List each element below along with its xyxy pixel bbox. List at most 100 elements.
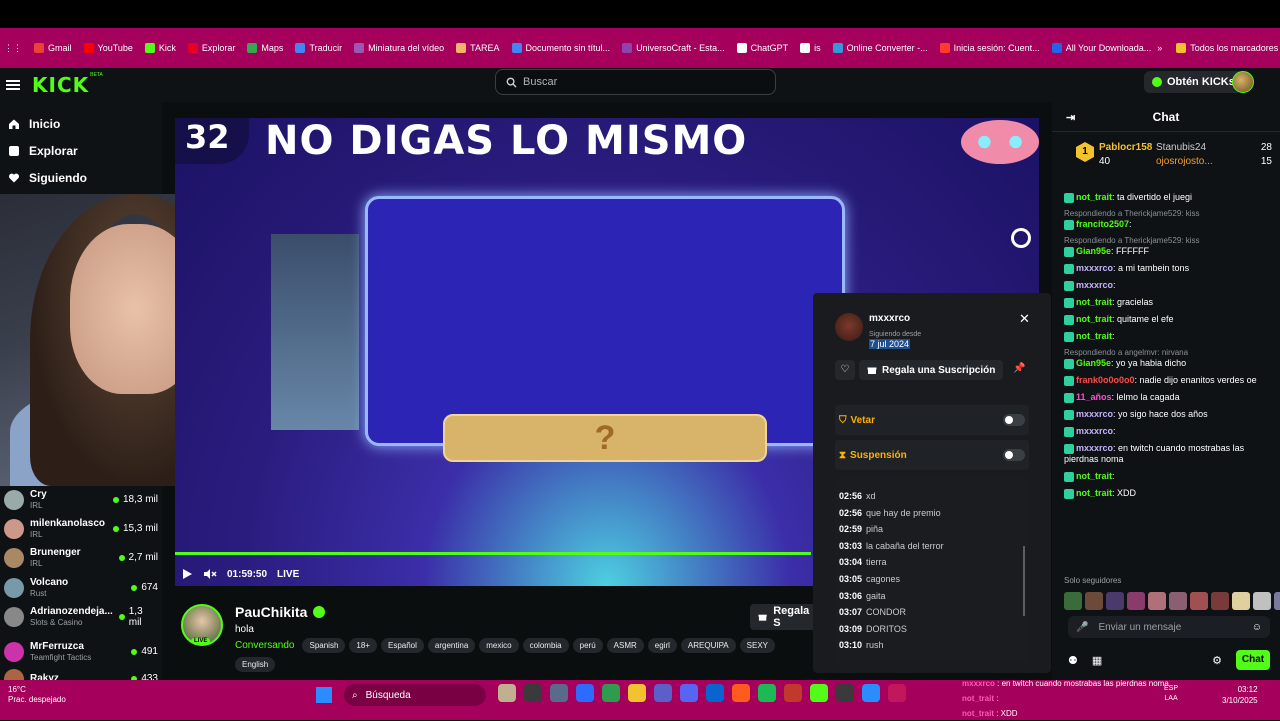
chat-username[interactable]: not_trait — [1076, 331, 1112, 341]
bookmark-item[interactable]: Kick — [139, 43, 182, 53]
category-link[interactable]: Conversando — [235, 640, 294, 651]
stream-tag[interactable]: SEXY — [739, 638, 775, 653]
taskbar-app-icon[interactable] — [524, 684, 542, 702]
stream-tag[interactable]: Spanish — [302, 638, 346, 653]
search-input[interactable]: Buscar — [495, 69, 776, 95]
chat-username[interactable]: frank0o0o0o0 — [1076, 375, 1135, 385]
nav-explore[interactable]: Explorar — [0, 137, 162, 164]
stream-tag[interactable]: perú — [572, 638, 603, 653]
taskbar-app-icon[interactable] — [680, 684, 698, 702]
emote-icon[interactable] — [1148, 592, 1166, 610]
bookmark-item[interactable]: UniversoCraft - Esta... — [616, 43, 731, 53]
bookmark-item[interactable]: is — [794, 43, 827, 53]
bookmark-item[interactable]: Gmail — [28, 43, 78, 53]
windows-start-icon[interactable] — [316, 687, 332, 703]
language-indicator[interactable]: ESP LAA — [1164, 684, 1178, 704]
leader-name[interactable]: Pablocr158 — [1099, 142, 1152, 153]
taskbar-app-icon[interactable] — [810, 684, 828, 702]
video-progress-bar[interactable] — [175, 552, 812, 555]
ban-toggle[interactable] — [1003, 414, 1025, 426]
chat-username[interactable]: Gian95e — [1076, 358, 1111, 368]
stream-tag[interactable]: English — [235, 657, 276, 672]
followed-channel[interactable]: MrFerruzca Teamfight Tactics 491 — [0, 637, 162, 666]
collapse-chat-icon[interactable]: ⇥ — [1066, 111, 1075, 124]
bookmark-item[interactable]: Miniatura del vídeo — [348, 43, 450, 53]
calendar-icon[interactable]: ▦ — [1092, 654, 1102, 667]
chat-username[interactable]: mxxxrco — [1076, 426, 1113, 436]
follow-heart-icon[interactable]: ♡ — [835, 360, 855, 380]
followed-channel[interactable]: Brunenger IRL 2,7 mil — [0, 543, 162, 572]
gift-sub-button[interactable]: Regala S — [750, 604, 816, 630]
send-chat-button[interactable]: Chat — [1236, 650, 1270, 670]
reply-context[interactable]: Respondiendo a angelmvr: nirvana — [1064, 348, 1272, 357]
taskbar-app-icon[interactable] — [654, 684, 672, 702]
live-indicator[interactable]: LIVE — [277, 569, 299, 580]
stream-tag[interactable]: 18+ — [349, 638, 377, 653]
bookmark-item[interactable]: Online Converter -... — [827, 43, 934, 53]
taskbar-app-icon[interactable] — [602, 684, 620, 702]
bookmark-item[interactable]: Maps — [241, 43, 289, 53]
get-kicks-button[interactable]: Obtén KICKs — [1144, 71, 1243, 93]
gear-icon[interactable]: ⚙ — [1212, 654, 1222, 667]
taskbar-app-icon[interactable] — [784, 684, 802, 702]
emote-icon[interactable] — [1169, 592, 1187, 610]
timeout-toggle[interactable] — [1003, 449, 1025, 461]
channel-name[interactable]: PauChikita — [235, 604, 326, 620]
reply-context[interactable]: Respondiendo a Therickjame529: kiss — [1064, 209, 1272, 218]
menu-icon[interactable] — [6, 80, 20, 90]
stream-tag[interactable]: ASMR — [606, 638, 644, 653]
taskbar-app-icon[interactable] — [550, 684, 568, 702]
bookmark-item[interactable]: ChatGPT — [731, 43, 795, 53]
stream-tag[interactable]: AREQUIPA — [680, 638, 736, 653]
leader-row-name[interactable]: Stanubis24 — [1156, 142, 1261, 153]
history-scrollbar[interactable] — [1023, 546, 1025, 616]
stream-tag[interactable]: colombia — [522, 638, 569, 653]
bookmark-item[interactable]: YouTube — [78, 43, 139, 53]
bookmark-item[interactable]: Explorar — [182, 43, 242, 53]
chat-username[interactable]: mxxxrco — [1076, 443, 1113, 453]
stream-tag[interactable]: egirl — [647, 638, 677, 653]
taskbar-app-icon[interactable] — [862, 684, 880, 702]
chat-username[interactable]: not_trait — [1076, 192, 1112, 202]
kick-logo[interactable]: KICK — [32, 73, 89, 97]
emote-icon[interactable] — [1106, 592, 1124, 610]
chat-input[interactable]: 🎤 Enviar un mensaje ☺ — [1068, 616, 1270, 638]
chat-username[interactable]: francito2507 — [1076, 219, 1129, 229]
chat-username[interactable]: 11_años — [1076, 392, 1112, 402]
emote-icon[interactable] — [1211, 592, 1229, 610]
chat-username[interactable]: mxxxrco — [1076, 280, 1113, 290]
close-icon[interactable]: ✕ — [1019, 311, 1030, 327]
pin-icon[interactable]: 📌 — [1013, 363, 1025, 374]
chat-username[interactable]: not_trait — [1076, 488, 1112, 498]
chat-username[interactable]: Gian95e — [1076, 246, 1111, 256]
stream-tag[interactable]: Español — [380, 638, 424, 653]
user-card-name[interactable]: mxxxrco — [869, 313, 910, 324]
taskbar-app-icon[interactable] — [628, 684, 646, 702]
emote-icon[interactable] — [1190, 592, 1208, 610]
bookmark-item[interactable]: Traducir — [289, 43, 348, 53]
emote-icon[interactable] — [1274, 592, 1280, 610]
taskbar-app-icon[interactable] — [836, 684, 854, 702]
chat-username[interactable]: not_trait — [1076, 314, 1112, 324]
all-bookmarks-folder[interactable]: Todos los marcadores — [1170, 43, 1280, 53]
emote-icon[interactable] — [1253, 592, 1271, 610]
bookmarks-overflow-icon[interactable]: » — [1157, 43, 1162, 53]
bookmark-item[interactable]: TAREA — [450, 43, 505, 53]
reward-icon[interactable]: ⚉ — [1068, 654, 1078, 667]
chat-username[interactable]: not_trait — [1076, 297, 1112, 307]
taskbar-app-icon[interactable] — [576, 684, 594, 702]
emote-icon[interactable] — [1232, 592, 1250, 610]
bookmark-item[interactable]: All Your Downloada... — [1046, 43, 1158, 53]
play-icon[interactable] — [181, 568, 193, 580]
stream-tag[interactable]: argentina — [427, 638, 476, 653]
taskbar-app-icon[interactable] — [498, 684, 516, 702]
nav-home[interactable]: Inicio — [0, 110, 162, 137]
taskbar-app-icon[interactable] — [706, 684, 724, 702]
followed-channel[interactable]: Adrianozendeja... Slots & Casino 1,3 mil — [0, 602, 162, 631]
followed-channel[interactable]: Cry IRL 18,3 mil — [0, 485, 162, 514]
chat-username[interactable]: mxxxrco — [1076, 263, 1113, 273]
reply-context[interactable]: Respondiendo a Therickjame529: kiss — [1064, 236, 1272, 245]
emote-icon[interactable] — [1127, 592, 1145, 610]
taskbar-search[interactable]: ⌕ Búsqueda — [344, 684, 486, 706]
taskbar-app-icon[interactable] — [758, 684, 776, 702]
